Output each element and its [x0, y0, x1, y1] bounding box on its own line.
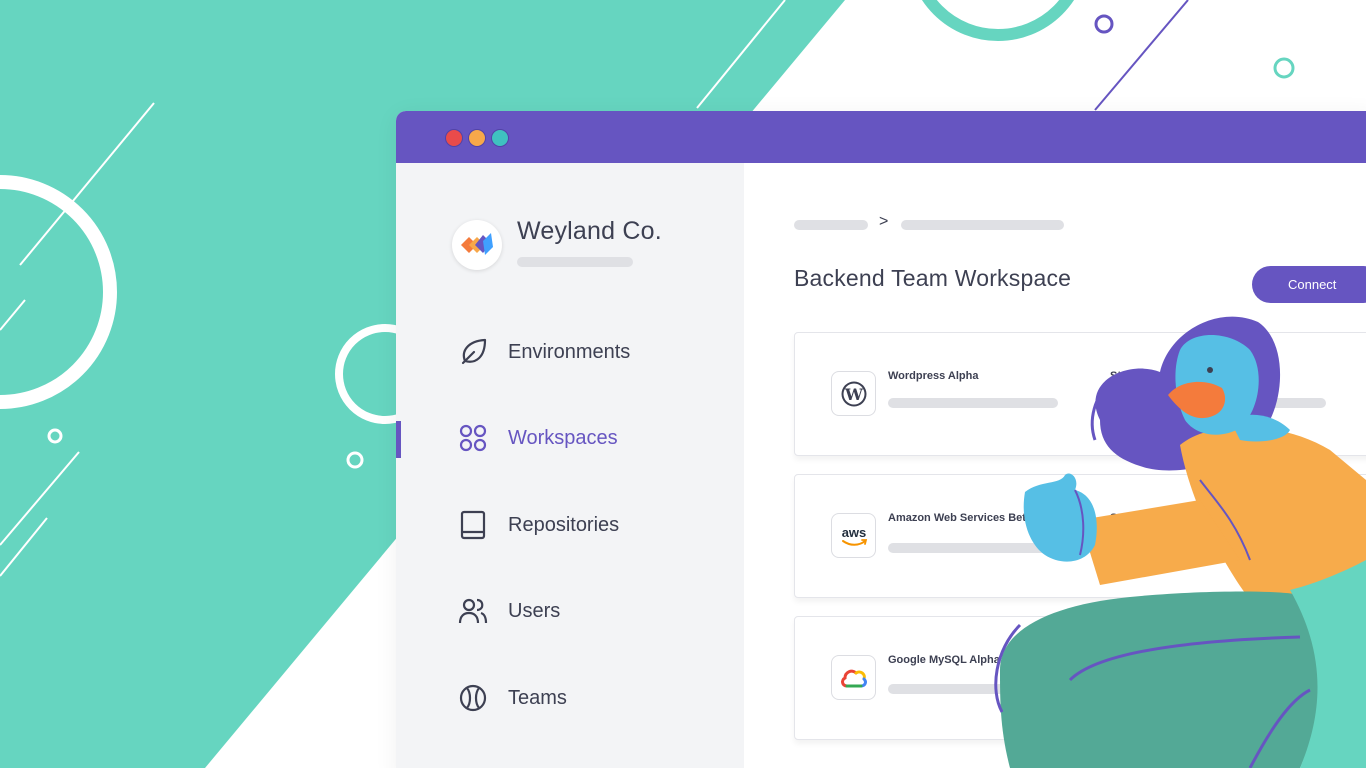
svg-text:W: W — [844, 385, 864, 404]
breadcrumb-separator: > — [879, 213, 889, 230]
card-name: Wordpress Alpha — [888, 370, 979, 382]
close-window-button[interactable] — [445, 129, 463, 147]
window-titlebar — [396, 111, 1366, 163]
connect-button[interactable]: Connect — [1252, 266, 1366, 303]
card-status-label: Status — [1110, 370, 1144, 382]
brand-logo-icon — [452, 220, 502, 270]
card-name: Amazon Web Services Beta — [888, 512, 1033, 524]
breadcrumb-item[interactable] — [794, 220, 868, 230]
workspace-card[interactable]: W Wordpress Alpha Status — [794, 332, 1366, 456]
aws-icon: aws — [831, 513, 876, 558]
main-content: > Backend Team Workspace Connect W Wordp… — [744, 163, 1366, 768]
sidebar-item-label: Users — [508, 599, 561, 622]
sidebar: Weyland Co. Environments Workspaces Repo… — [396, 163, 744, 768]
card-detail-placeholder — [888, 398, 1058, 408]
active-indicator — [396, 421, 401, 458]
sidebar-item-workspaces[interactable]: Workspaces — [458, 420, 708, 456]
card-name: Google MySQL Alpha — [888, 654, 1000, 666]
card-detail-placeholder — [888, 543, 1058, 553]
google-cloud-icon — [831, 655, 876, 700]
grid-circles-icon — [459, 424, 487, 452]
brand-name: Weyland Co. — [517, 217, 662, 245]
ball-icon — [459, 684, 487, 712]
brand-subtitle-placeholder — [517, 257, 633, 267]
sidebar-item-label: Environments — [508, 340, 631, 363]
card-status-value: Running — [1110, 681, 1155, 695]
users-icon — [458, 598, 488, 624]
sidebar-item-teams[interactable]: Teams — [458, 680, 708, 716]
card-status-label: Status — [1110, 512, 1144, 524]
app-window: Weyland Co. Environments Workspaces Repo… — [396, 111, 1366, 768]
sidebar-item-label: Teams — [508, 686, 567, 709]
workspace-card[interactable]: Google MySQL Alpha Running — [794, 616, 1366, 740]
card-extra-placeholder — [1250, 684, 1326, 694]
sidebar-item-environments[interactable]: Environments — [458, 334, 708, 370]
workspace-card[interactable]: aws Amazon Web Services Beta Status Offl… — [794, 474, 1366, 598]
book-icon — [460, 510, 486, 540]
breadcrumb-item[interactable] — [901, 220, 1064, 230]
card-detail-placeholder — [888, 684, 1058, 694]
leaf-icon — [461, 338, 487, 365]
sidebar-item-label: Workspaces — [508, 426, 618, 449]
sidebar-item-repositories[interactable]: Repositories — [458, 507, 708, 543]
svg-text:aws: aws — [841, 525, 866, 540]
page-title: Backend Team Workspace — [794, 265, 1072, 291]
sidebar-item-label: Repositories — [508, 513, 620, 536]
maximize-window-button[interactable] — [491, 129, 509, 147]
sidebar-item-users[interactable]: Users — [458, 593, 708, 629]
card-extra-placeholder — [1250, 398, 1326, 408]
card-status-value: Offline — [1110, 539, 1145, 553]
wordpress-icon: W — [831, 371, 876, 416]
minimize-window-button[interactable] — [468, 129, 486, 147]
